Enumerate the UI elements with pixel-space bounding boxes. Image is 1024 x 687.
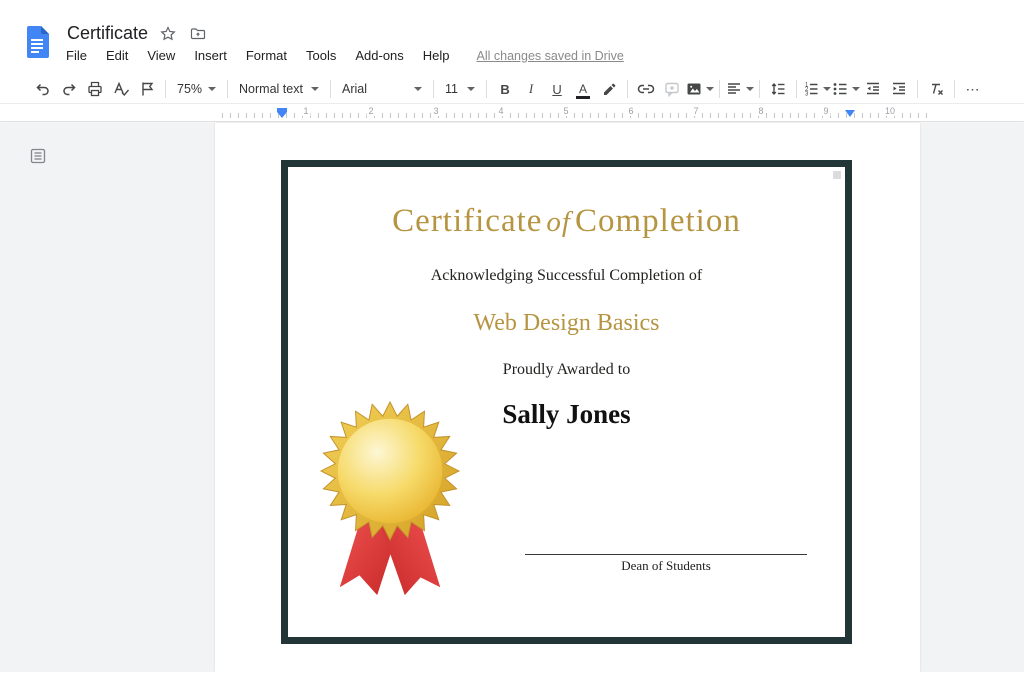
menu-tools[interactable]: Tools bbox=[306, 48, 336, 63]
chevron-down-icon bbox=[467, 87, 475, 91]
gold-rosette-ribbon-icon bbox=[316, 400, 464, 602]
toolbar: 75% Normal text Arial 11 B I U A bbox=[0, 75, 1024, 104]
ruler-number: 5 bbox=[561, 106, 570, 116]
ruler-number: 2 bbox=[366, 106, 375, 116]
certificate-course: Web Design Basics bbox=[288, 310, 845, 337]
certificate-subtitle: Acknowledging Successful Completion of bbox=[288, 267, 845, 285]
insert-image-icon[interactable] bbox=[685, 77, 714, 101]
document-outline-icon[interactable] bbox=[29, 147, 47, 165]
save-status-link[interactable]: All changes saved in Drive bbox=[477, 49, 624, 63]
increase-indent-icon[interactable] bbox=[886, 77, 912, 101]
ruler-number: 4 bbox=[496, 106, 505, 116]
menu-addons[interactable]: Add-ons bbox=[355, 48, 403, 63]
left-indent-marker[interactable] bbox=[277, 108, 287, 118]
chevron-down-icon bbox=[311, 87, 319, 91]
bulleted-list-icon[interactable] bbox=[831, 77, 860, 101]
menu-insert[interactable]: Insert bbox=[194, 48, 227, 63]
document-canvas: CertificateofCompletion Acknowledging Su… bbox=[0, 123, 1024, 672]
ruler-number: 8 bbox=[756, 106, 765, 116]
menu-view[interactable]: View bbox=[147, 48, 175, 63]
more-options-button[interactable]: ⋯ bbox=[960, 77, 986, 101]
ruler-number: 1 bbox=[301, 106, 310, 116]
undo-icon[interactable] bbox=[30, 77, 56, 101]
numbered-list-icon[interactable]: 123 bbox=[802, 77, 831, 101]
chevron-down-icon bbox=[746, 87, 754, 91]
text-color-button[interactable]: A bbox=[570, 77, 596, 101]
chevron-down-icon bbox=[208, 87, 216, 91]
zoom-select[interactable]: 75% bbox=[171, 77, 222, 101]
signature-line bbox=[525, 554, 807, 555]
font-size-select[interactable]: 11 bbox=[439, 77, 481, 101]
ruler-number: 10 bbox=[883, 106, 897, 116]
print-icon[interactable] bbox=[82, 77, 108, 101]
chevron-down-icon bbox=[414, 87, 422, 91]
paragraph-style-select[interactable]: Normal text bbox=[233, 77, 325, 101]
ruler-number: 3 bbox=[431, 106, 440, 116]
chevron-down-icon bbox=[852, 87, 860, 91]
underline-button[interactable]: U bbox=[544, 77, 570, 101]
image-handle[interactable] bbox=[833, 171, 841, 179]
document-title[interactable]: Certificate bbox=[67, 23, 148, 44]
menu-format[interactable]: Format bbox=[246, 48, 287, 63]
right-indent-marker[interactable] bbox=[845, 110, 855, 117]
font-select[interactable]: Arial bbox=[336, 77, 428, 101]
signature-block: Dean of Students bbox=[525, 554, 807, 574]
ruler: 1 2 3 4 5 6 7 8 9 10 bbox=[0, 104, 1024, 122]
star-icon[interactable] bbox=[160, 26, 176, 42]
menu-edit[interactable]: Edit bbox=[106, 48, 128, 63]
google-docs-window: Certificate File Edit View Insert Format… bbox=[0, 0, 1024, 687]
certificate-title: CertificateofCompletion bbox=[288, 203, 845, 240]
chevron-down-icon bbox=[823, 87, 831, 91]
chevron-down-icon bbox=[706, 87, 714, 91]
document-page[interactable]: CertificateofCompletion Acknowledging Su… bbox=[215, 123, 920, 672]
insert-link-icon[interactable] bbox=[633, 77, 659, 101]
move-to-folder-icon[interactable] bbox=[190, 26, 206, 42]
header: Certificate File Edit View Insert Format… bbox=[0, 0, 1024, 75]
certificate-image[interactable]: CertificateofCompletion Acknowledging Su… bbox=[281, 160, 852, 644]
signature-label: Dean of Students bbox=[525, 558, 807, 574]
line-spacing-icon[interactable] bbox=[765, 77, 791, 101]
google-docs-icon[interactable] bbox=[25, 26, 49, 58]
menu-bar: File Edit View Insert Format Tools Add-o… bbox=[66, 48, 624, 63]
clear-formatting-icon[interactable] bbox=[923, 77, 949, 101]
svg-text:3: 3 bbox=[805, 92, 809, 98]
italic-button[interactable]: I bbox=[518, 77, 544, 101]
highlight-color-icon[interactable] bbox=[596, 77, 622, 101]
ruler-number: 7 bbox=[691, 106, 700, 116]
redo-icon[interactable] bbox=[56, 77, 82, 101]
menu-file[interactable]: File bbox=[66, 48, 87, 63]
decrease-indent-icon[interactable] bbox=[860, 77, 886, 101]
window-bottom-edge bbox=[0, 672, 1024, 687]
paint-format-icon[interactable] bbox=[134, 77, 160, 101]
spelling-check-icon[interactable] bbox=[108, 77, 134, 101]
add-comment-icon[interactable] bbox=[659, 77, 685, 101]
bold-button[interactable]: B bbox=[492, 77, 518, 101]
align-icon[interactable] bbox=[725, 77, 754, 101]
ruler-number: 6 bbox=[626, 106, 635, 116]
ruler-number: 9 bbox=[821, 106, 830, 116]
menu-help[interactable]: Help bbox=[423, 48, 450, 63]
certificate-awarded-label: Proudly Awarded to bbox=[288, 361, 845, 379]
